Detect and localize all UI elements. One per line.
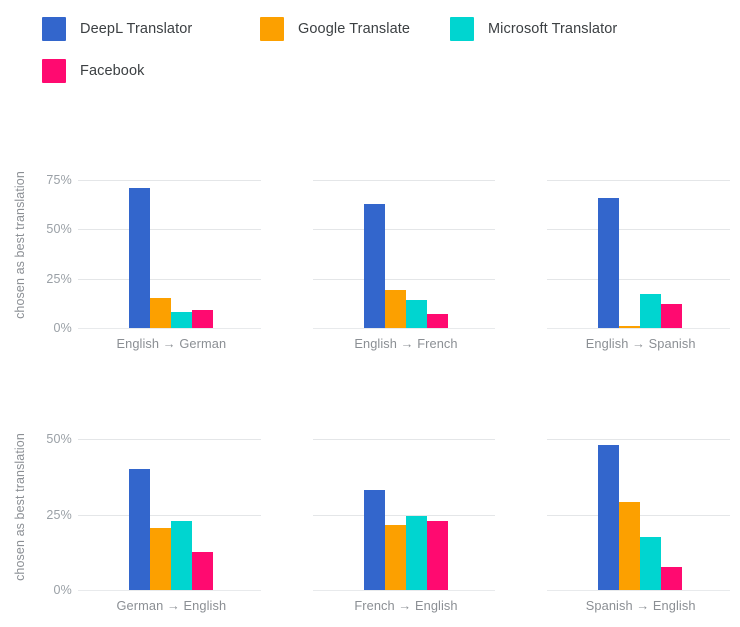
bar[interactable] — [661, 567, 683, 590]
chart-legend: DeepL Translator Google Translate Micros… — [42, 12, 702, 88]
legend-label-facebook: Facebook — [80, 63, 145, 79]
bar[interactable] — [640, 537, 662, 590]
legend-item-microsoft-translator[interactable]: Microsoft Translator — [450, 12, 617, 46]
bar-group — [129, 430, 214, 590]
gridline — [547, 590, 731, 591]
legend-label-deepl-translator: DeepL Translator — [80, 21, 193, 37]
bar[interactable] — [661, 304, 683, 328]
y-axis-tick-label: 25% — [46, 271, 72, 286]
plot-area: 0% 25% 50% — [36, 430, 261, 597]
bar[interactable] — [129, 469, 151, 590]
y-axis-tick-label: 75% — [46, 172, 72, 187]
legend-item-facebook[interactable]: Facebook — [42, 54, 144, 88]
bar[interactable] — [129, 187, 151, 328]
legend-label-google-translate: Google Translate — [298, 21, 411, 37]
chart-panel: 0%25%50%75% English → French — [271, 150, 500, 365]
bar[interactable] — [426, 314, 448, 328]
bar[interactable] — [619, 502, 641, 590]
chart-root: DeepL Translator Google Translate Micros… — [0, 0, 740, 627]
legend-item-deepl-translator[interactable]: DeepL Translator — [42, 12, 260, 46]
plot-area: 0%25%50% — [505, 430, 731, 591]
bars-layer — [78, 430, 261, 590]
chart-row-into-foreign: chosen as best translation 0% 25% 50% 75% En… — [0, 150, 740, 365]
bars-layer — [547, 430, 730, 590]
x-axis-category-label: French → English — [354, 598, 458, 613]
legend-row-1: DeepL Translator Google Translate Micros… — [42, 12, 702, 46]
bar[interactable] — [171, 520, 193, 590]
bars-layer — [313, 430, 496, 590]
bar[interactable] — [150, 298, 172, 328]
bar[interactable] — [363, 490, 385, 590]
bar-group — [363, 168, 448, 328]
bars-layer — [313, 168, 496, 328]
bar[interactable] — [405, 300, 427, 328]
bar[interactable] — [405, 516, 427, 590]
bar-group — [598, 168, 683, 328]
panel-container-top: 0% 25% 50% 75% English → German 0%25%50%75% En… — [36, 150, 734, 365]
y-axis-tick-label: 0% — [53, 583, 72, 597]
legend-swatch-facebook — [42, 59, 66, 83]
bar[interactable] — [384, 525, 406, 590]
bar[interactable] — [171, 312, 193, 328]
plot-area: 0%25%50%75% — [505, 168, 731, 329]
legend-label-microsoft-translator: Microsoft Translator — [488, 21, 618, 37]
x-axis-category-label: English → French — [354, 336, 458, 351]
bars-layer — [78, 168, 261, 328]
y-axis-tick-label: 0% — [53, 321, 72, 335]
legend-swatch-deepl-translator — [42, 17, 66, 41]
bar[interactable] — [363, 203, 385, 328]
bar[interactable] — [192, 552, 214, 590]
bars-layer — [547, 168, 730, 328]
bar[interactable] — [192, 310, 214, 328]
y-axis-title-top: chosen as best translation — [13, 171, 28, 319]
chart-panel: 0% 25% 50% 75% English → German — [36, 150, 265, 365]
bar[interactable] — [598, 445, 620, 590]
legend-swatch-microsoft-translator — [450, 17, 474, 41]
bar[interactable] — [619, 326, 641, 328]
panel-container-bottom: 0% 25% 50% German → English 0%25%50% French →… — [36, 412, 734, 627]
x-axis-category-label: English → German — [116, 336, 227, 351]
bar[interactable] — [598, 197, 620, 328]
chart-panel: 0%25%50% Spanish → English — [505, 412, 734, 627]
gridline — [312, 590, 496, 591]
x-axis-category-label: German → English — [116, 598, 227, 613]
x-axis-category-label: Spanish → English — [585, 598, 696, 613]
plot-area: 0%25%50%75% — [271, 168, 496, 329]
bar-group — [363, 430, 448, 590]
chart-panel: 0% 25% 50% German → English — [36, 412, 265, 627]
bar[interactable] — [640, 294, 662, 328]
bar[interactable] — [384, 290, 406, 328]
plot-area: 0%25%50% — [271, 430, 496, 591]
plot-area: 0% 25% 50% 75% — [36, 168, 261, 335]
x-axis-category-label: English → Spanish — [585, 336, 696, 351]
chart-panel: 0%25%50%75% English → Spanish — [505, 150, 734, 365]
bar[interactable] — [426, 520, 448, 590]
bar-group — [598, 430, 683, 590]
chart-panel: 0%25%50% French → English — [271, 412, 500, 627]
legend-swatch-google-translate — [260, 17, 284, 41]
gridline — [78, 328, 261, 329]
bar-group — [129, 168, 214, 328]
y-axis-tick-label: 50% — [46, 222, 72, 237]
legend-item-google-translate[interactable]: Google Translate — [260, 12, 450, 46]
y-axis-tick-label: 25% — [46, 507, 72, 522]
y-axis-tick-label: 50% — [46, 432, 72, 447]
legend-row-2: Facebook — [42, 54, 702, 88]
chart-row-into-english: chosen as best translation 0% 25% 50% Germa… — [0, 412, 740, 627]
y-axis-title-bottom: chosen as best translation — [13, 433, 28, 581]
bar[interactable] — [150, 528, 172, 590]
gridline — [78, 590, 261, 591]
gridline — [547, 328, 731, 329]
gridline — [312, 328, 496, 329]
